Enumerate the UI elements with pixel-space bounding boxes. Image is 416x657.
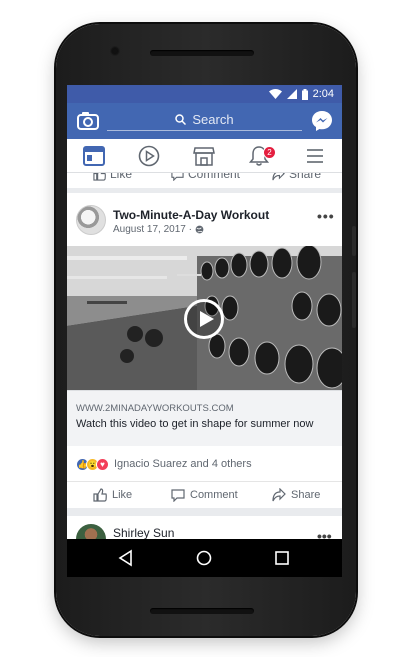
- share-icon: [272, 488, 286, 502]
- prev-share-button[interactable]: Share: [272, 173, 321, 181]
- next-post-author[interactable]: Shirley Sun: [113, 526, 174, 540]
- play-button[interactable]: [184, 299, 224, 339]
- battery-icon: [301, 88, 308, 100]
- share-label: Share: [291, 489, 321, 501]
- share-button[interactable]: Share: [272, 488, 320, 502]
- reactions-summary[interactable]: 👍 😮 ♥ Ignacio Suarez and 4 others: [76, 457, 252, 471]
- avatar[interactable]: [76, 205, 106, 235]
- back-icon[interactable]: [117, 549, 135, 567]
- search-bar[interactable]: Search: [107, 109, 302, 131]
- post-date[interactable]: August 17, 2017 ·: [113, 224, 192, 235]
- nav-tabs: 2: [67, 139, 342, 173]
- wifi-icon: [268, 89, 282, 99]
- prev-share-label: Share: [289, 173, 322, 181]
- prev-comment-button[interactable]: Comment: [171, 173, 240, 181]
- prev-like-label: Like: [110, 173, 133, 181]
- phone-screen: 2:04 Search 2 Like Comment Share Two-Min…: [67, 85, 342, 577]
- link-domain: WWW.2MINADAYWORKOUTS.COM: [76, 403, 234, 414]
- video-thumbnail[interactable]: [67, 246, 342, 390]
- post-actions: Like Comment Share: [67, 481, 342, 508]
- signal-icon: [286, 89, 297, 99]
- notification-badge: 2: [263, 146, 276, 159]
- share-icon: [272, 173, 285, 180]
- prev-comment-label: Comment: [188, 173, 241, 181]
- top-speaker: [150, 50, 254, 56]
- globe-icon: [195, 225, 204, 234]
- power-button: [352, 226, 356, 256]
- messenger-icon[interactable]: [311, 110, 333, 132]
- volume-button: [352, 272, 356, 328]
- app-header: Search: [67, 103, 342, 139]
- android-nav-bar: [67, 539, 342, 577]
- comment-icon: [171, 173, 184, 181]
- bottom-speaker: [150, 608, 254, 614]
- thumbs-up-icon: [93, 488, 107, 502]
- like-label: Like: [112, 489, 133, 501]
- post-meta: August 17, 2017 ·: [113, 224, 204, 235]
- post-card: Two-Minute-A-Day Workout August 17, 2017…: [67, 193, 342, 508]
- post-author[interactable]: Two-Minute-A-Day Workout: [113, 208, 269, 222]
- previous-post-actions: Like Comment Share: [67, 173, 342, 188]
- reactions-text: Ignacio Suarez and 4 others: [114, 458, 252, 470]
- status-bar: 2:04: [67, 85, 342, 103]
- comment-button[interactable]: Comment: [171, 488, 238, 502]
- like-button[interactable]: Like: [93, 488, 132, 502]
- store-icon[interactable]: [193, 145, 215, 167]
- recents-icon[interactable]: [273, 549, 291, 567]
- more-dots-icon[interactable]: •••: [317, 209, 335, 223]
- love-reaction-icon: ♥: [96, 457, 109, 471]
- news-feed-icon[interactable]: [83, 145, 105, 167]
- menu-icon[interactable]: [304, 145, 326, 167]
- front-camera: [110, 46, 120, 56]
- link-title: Watch this video to get in shape for sum…: [76, 418, 314, 430]
- thumbs-up-icon: [93, 173, 106, 181]
- prev-like-button[interactable]: Like: [93, 173, 132, 181]
- camera-icon[interactable]: [77, 111, 99, 131]
- search-placeholder: Search: [192, 112, 234, 127]
- comment-icon: [171, 489, 185, 502]
- play-icon[interactable]: [138, 145, 160, 167]
- link-preview[interactable]: WWW.2MINADAYWORKOUTS.COM Watch this vide…: [67, 390, 342, 446]
- home-icon[interactable]: [195, 549, 213, 567]
- comment-label: Comment: [190, 489, 238, 501]
- status-time: 2:04: [312, 88, 334, 100]
- search-icon: [175, 114, 187, 125]
